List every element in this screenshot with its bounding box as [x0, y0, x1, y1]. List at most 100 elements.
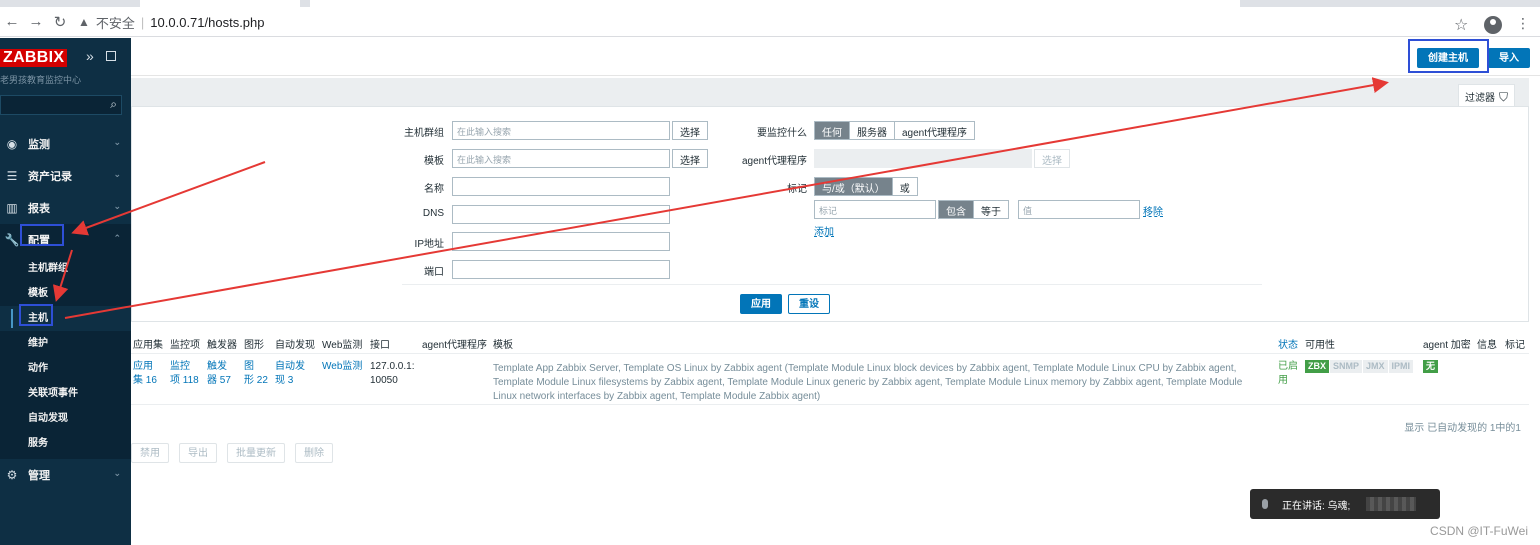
name-input[interactable] — [452, 177, 670, 196]
monitored-by-any[interactable]: 任何 — [815, 122, 850, 139]
reset-button[interactable]: 重设 — [788, 294, 830, 314]
items-link[interactable]: 监控 项 118 — [170, 360, 199, 388]
monitored-by-proxy[interactable]: agent代理程序 — [895, 122, 975, 139]
submenu-templates[interactable]: 模板 — [0, 281, 131, 306]
submenu-services[interactable]: 服务 — [0, 431, 131, 456]
import-button[interactable]: 导入 — [1488, 48, 1530, 68]
reset-button-wrap: 重设 — [788, 294, 830, 314]
templates-cell[interactable]: Template App Zabbix Server, Template OS … — [493, 362, 1258, 404]
host-groups-select-button[interactable]: 选择 — [672, 121, 708, 140]
port-label: 端口 — [424, 267, 444, 278]
cell-line: 自动发 — [275, 361, 305, 372]
browser-tab[interactable] — [470, 0, 630, 7]
star-icon[interactable]: ☆ — [1454, 15, 1468, 35]
disable-button[interactable]: 禁用 — [131, 443, 169, 463]
proxy-select-button: 选择 — [1034, 149, 1070, 168]
mass-update-button[interactable]: 批量更新 — [227, 443, 285, 463]
menu-inventory[interactable]: ☰ 资产记录 ⌄ — [0, 160, 131, 192]
chevron-down-icon: ⌄ — [113, 137, 121, 147]
filter-tab-label: 过滤器 — [1464, 93, 1495, 104]
sidebar: ZABBIX » 老男孩教育监控中心 ⌕ ◉ 监测 ⌄ ☰ 资产记录 ⌄ ▥ 报… — [0, 38, 131, 545]
tag-value-input[interactable]: 值 — [1018, 200, 1140, 219]
menu-label: 监测 — [28, 139, 50, 151]
profile-icon[interactable] — [1484, 16, 1502, 34]
col-graphs: 图形 — [244, 340, 264, 351]
export-button[interactable]: 导出 — [179, 443, 217, 463]
apply-button[interactable]: 应用 — [740, 294, 782, 314]
submenu-host-groups[interactable]: 主机群组 — [0, 256, 131, 281]
monitored-by-toggle: 任何 服务器 agent代理程序 — [814, 121, 976, 140]
dns-label: DNS — [422, 208, 444, 219]
kiosk-mode-icon[interactable] — [106, 51, 116, 61]
gear-icon: ⚙ — [6, 468, 18, 482]
port-input[interactable] — [452, 260, 670, 279]
browser-tab[interactable] — [1100, 0, 1240, 7]
submenu-actions[interactable]: 动作 — [0, 356, 131, 381]
tags-label: 标记 — [787, 184, 807, 195]
submenu-discovery[interactable]: 自动发现 — [0, 406, 131, 431]
microphone-icon — [1262, 499, 1268, 509]
dns-input[interactable] — [452, 205, 670, 224]
templates-input[interactable]: 在此输入搜索 — [452, 149, 670, 168]
zabbix-logo[interactable]: ZABBIX — [0, 49, 68, 67]
graphs-link[interactable]: 图 形 22 — [244, 360, 268, 388]
collapse-sidebar-icon[interactable]: » — [86, 48, 94, 64]
menu-administration[interactable]: ⚙ 管理 ⌄ — [0, 459, 131, 491]
menu-reports[interactable]: ▥ 报表 ⌄ — [0, 192, 131, 224]
browser-tab[interactable] — [630, 0, 790, 7]
applications-link[interactable]: 应用 集 16 — [133, 360, 157, 388]
sidebar-search-input[interactable]: ⌕ — [0, 95, 122, 115]
filter-tab[interactable]: 过滤器 ⛉ — [1457, 84, 1515, 106]
menu-monitoring[interactable]: ◉ 监测 ⌄ — [0, 128, 131, 160]
monitored-by-server[interactable]: 服务器 — [850, 122, 895, 139]
encryption-badge: 无 — [1423, 360, 1439, 373]
availability-jmx: JMX — [1363, 360, 1388, 373]
monitored-by-label: 要监控什么 — [757, 128, 807, 139]
menu-dots-icon[interactable]: ⋮ — [1516, 15, 1530, 32]
status-link[interactable]: 已启 用 — [1278, 360, 1298, 388]
web-link[interactable]: Web监测 — [322, 360, 362, 374]
security-label: 不安全 — [95, 15, 135, 31]
tag-op-equals[interactable]: 等于 — [974, 201, 1008, 218]
browser-tab[interactable] — [790, 0, 950, 7]
availability-snmp: SNMP — [1330, 360, 1363, 373]
col-info: 信息 — [1477, 340, 1497, 351]
tags-mode-and-or[interactable]: 与/或（默认） — [815, 178, 893, 195]
browser-tab[interactable] — [950, 0, 1110, 7]
cell-line: 用 — [1278, 375, 1288, 386]
submenu-event-correlation[interactable]: 关联项事件 — [0, 381, 131, 406]
tags-mode-or[interactable]: 或 — [892, 178, 917, 195]
triggers-link[interactable]: 触发 器 57 — [207, 360, 231, 388]
apply-button-wrap: 应用 — [740, 294, 782, 314]
cell-line: 项 118 — [170, 375, 199, 386]
url-field[interactable]: ▲ 不安全 | 10.0.0.71/hosts.php — [78, 11, 1478, 33]
reload-icon[interactable]: ↻ — [51, 13, 69, 31]
cell-line: 形 22 — [244, 375, 268, 386]
eye-icon: ◉ — [6, 137, 18, 151]
tag-name-input[interactable]: 标记 — [814, 200, 936, 219]
tag-add-link[interactable]: 添加 — [814, 223, 834, 238]
cell-line: 监控 — [170, 361, 190, 372]
warning-icon: ▲ — [78, 15, 90, 29]
chevron-down-icon: ⌄ — [113, 468, 121, 478]
host-groups-input[interactable]: 在此输入搜索 — [452, 121, 670, 140]
browser-tab[interactable] — [310, 0, 470, 7]
cell-line: 现 3 — [275, 375, 294, 386]
browser-tab[interactable] — [140, 0, 300, 7]
menu-label: 资产记录 — [28, 171, 72, 183]
submenu-maintenance[interactable]: 维护 — [0, 331, 131, 356]
col-status[interactable]: 状态 — [1278, 336, 1298, 351]
col-applications: 应用集 — [133, 340, 163, 351]
search-icon[interactable]: ⌕ — [110, 97, 117, 112]
mass-action-bar: 禁用 导出 批量更新 删除 — [131, 443, 333, 463]
forward-icon[interactable]: → — [27, 13, 45, 30]
discovery-link[interactable]: 自动发 现 3 — [275, 360, 305, 388]
tag-remove-link[interactable]: 移除 — [1143, 203, 1163, 218]
templates-select-button[interactable]: 选择 — [672, 149, 708, 168]
delete-button[interactable]: 删除 — [295, 443, 333, 463]
tag-op-contains[interactable]: 包含 — [939, 201, 974, 218]
ip-input[interactable] — [452, 232, 670, 251]
cell-line: 应用 — [133, 361, 153, 372]
back-icon[interactable]: ← — [3, 13, 21, 30]
col-web: Web监测 — [322, 340, 363, 351]
